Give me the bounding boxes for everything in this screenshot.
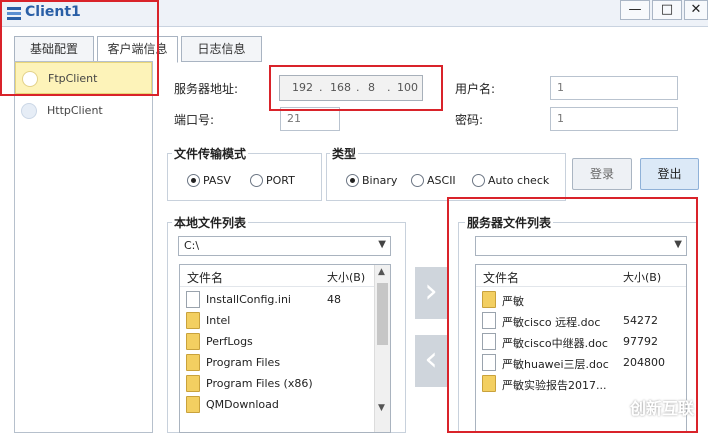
pasv-radio[interactable] [187, 174, 200, 187]
tab-log-info[interactable]: 日志信息 [181, 36, 262, 62]
file-name: Program Files (x86) [206, 377, 313, 390]
folder-icon [186, 354, 200, 371]
file-size: 48 [327, 293, 341, 306]
binary-radio[interactable] [346, 174, 359, 187]
password-field[interactable]: 1 [550, 107, 678, 131]
folder-icon [186, 375, 200, 392]
auto-check-label: Auto check [488, 174, 550, 187]
local-path-select[interactable]: C:\ ▼ [178, 236, 391, 256]
logout-button[interactable]: 登出 [640, 158, 699, 190]
port-mode-label: PORT [266, 174, 295, 187]
list-item[interactable]: Program Files [180, 352, 390, 373]
close-button[interactable]: ✕ [684, 0, 708, 20]
highlight-box [269, 65, 443, 111]
file-name: Program Files [206, 356, 281, 369]
type-title: 类型 [330, 145, 359, 162]
server-address-label: 服务器地址: [174, 82, 239, 96]
list-item[interactable]: PerfLogs [180, 331, 390, 352]
port-label: 端口号: [174, 113, 215, 127]
local-list-header: 文件名 大小(B) [180, 265, 390, 287]
size-column-header[interactable]: 大小(B) [327, 269, 365, 285]
download-arrow-button[interactable]: ‹ [415, 335, 447, 387]
file-icon [186, 291, 200, 308]
binary-label: Binary [362, 174, 398, 187]
name-column-header[interactable]: 文件名 [187, 269, 223, 286]
username-label: 用户名: [455, 82, 496, 96]
local-vertical-scrollbar[interactable]: ▲ ▼ [374, 265, 390, 432]
client-icon [21, 103, 37, 119]
list-item[interactable]: Program Files (x86) [180, 373, 390, 394]
sidebar-item-label: HttpClient [47, 104, 103, 117]
local-files-title: 本地文件列表 [172, 214, 249, 231]
highlight-box [0, 0, 159, 96]
auto-check-radio[interactable] [472, 174, 485, 187]
username-field[interactable]: 1 [550, 76, 678, 100]
pasv-label: PASV [203, 174, 231, 187]
watermark-logo: 创新互联 [629, 399, 694, 418]
scroll-up-icon[interactable]: ▲ [378, 267, 385, 277]
port-radio[interactable] [250, 174, 263, 187]
list-item[interactable]: QMDownload [180, 394, 390, 415]
password-label: 密码: [455, 113, 484, 127]
scroll-thumb[interactable] [377, 283, 388, 345]
chevron-down-icon: ▼ [378, 239, 386, 250]
file-name: InstallConfig.ini [206, 293, 291, 306]
file-name: PerfLogs [206, 335, 253, 348]
transfer-mode-title: 文件传输模式 [172, 145, 249, 162]
ascii-label: ASCII [427, 174, 456, 187]
list-item[interactable]: Intel [180, 310, 390, 331]
file-name: Intel [206, 314, 231, 327]
list-item[interactable]: InstallConfig.ini 48 [180, 289, 390, 310]
maximize-button[interactable]: □ [652, 0, 682, 20]
login-button[interactable]: 登录 [572, 158, 632, 190]
folder-icon [186, 312, 200, 329]
folder-icon [186, 333, 200, 350]
scroll-down-icon[interactable]: ▼ [378, 403, 385, 413]
file-name: QMDownload [206, 398, 279, 411]
folder-icon [186, 396, 200, 413]
sidebar-item-httpclient[interactable]: HttpClient [15, 95, 152, 127]
minimize-button[interactable]: — [620, 0, 650, 20]
upload-arrow-button[interactable]: › [415, 267, 447, 319]
local-path-value: C:\ [184, 239, 200, 252]
local-file-list[interactable]: 文件名 大小(B) InstallConfig.ini 48 Intel Per… [179, 264, 391, 433]
ascii-radio[interactable] [411, 174, 424, 187]
